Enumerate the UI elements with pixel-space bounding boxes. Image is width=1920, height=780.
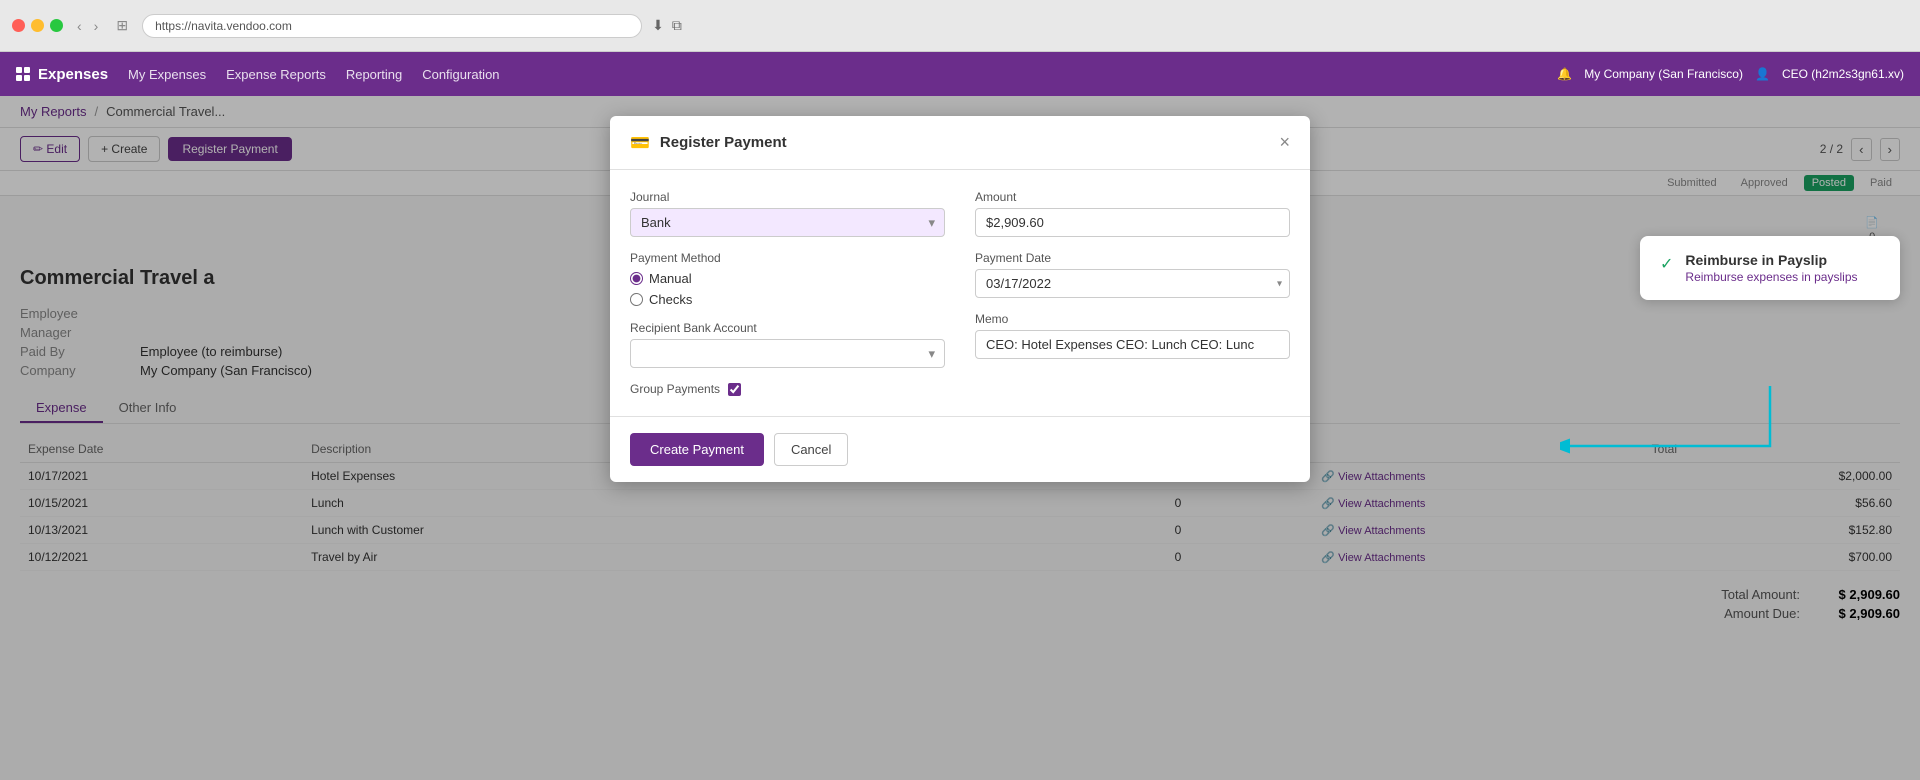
radio-manual[interactable]: Manual xyxy=(630,271,945,286)
journal-label: Journal xyxy=(630,190,945,204)
modal-body: Journal Bank ▾ Payment Method xyxy=(610,170,1310,416)
journal-group: Journal Bank ▾ xyxy=(630,190,945,237)
payment-method-radio-group: Manual Checks xyxy=(630,271,945,307)
amount-label: Amount xyxy=(975,190,1290,204)
cancel-button[interactable]: Cancel xyxy=(774,433,848,466)
page-wrapper: My Reports / Commercial Travel... ✏ Edit… xyxy=(0,96,1920,780)
nav-expense-reports[interactable]: Expense Reports xyxy=(226,67,326,82)
payment-date-input[interactable] xyxy=(975,269,1290,298)
app-logo: Expenses xyxy=(16,66,108,83)
radio-checks-label: Checks xyxy=(649,292,692,307)
register-payment-modal: 💳 Register Payment × Journal Bank ▾ xyxy=(610,116,1310,482)
browser-chrome: ‹ › ⊞ https://navita.vendoo.com ⬇ ⧉ xyxy=(0,0,1920,52)
browser-nav: ‹ › xyxy=(73,16,102,36)
date-dropdown-icon: ▾ xyxy=(1277,278,1282,289)
form-grid: Journal Bank ▾ Payment Method xyxy=(630,190,1290,396)
app-title: Expenses xyxy=(38,66,108,83)
check-icon: ✓ xyxy=(1660,254,1673,274)
minimize-traffic-light[interactable] xyxy=(31,19,44,32)
form-right: Amount Payment Date ▾ Memo xyxy=(975,190,1290,396)
recipient-bank-select[interactable] xyxy=(630,339,945,368)
radio-checks-input[interactable] xyxy=(630,293,643,306)
memo-label: Memo xyxy=(975,312,1290,326)
notification-icon[interactable]: 🔔 xyxy=(1557,67,1572,81)
modal-icon: 💳 xyxy=(630,133,650,153)
download-icon: ⬇ xyxy=(652,17,664,34)
back-button[interactable]: ‹ xyxy=(73,16,86,36)
close-traffic-light[interactable] xyxy=(12,19,25,32)
tooltip-text: Reimburse in Payslip Reimburse expenses … xyxy=(1685,252,1857,284)
app-nav: My Expenses Expense Reports Reporting Co… xyxy=(128,67,499,82)
group-payments-label: Group Payments xyxy=(630,382,720,396)
address-bar[interactable]: https://navita.vendoo.com xyxy=(142,14,642,38)
nav-my-expenses[interactable]: My Expenses xyxy=(128,67,206,82)
radio-checks[interactable]: Checks xyxy=(630,292,945,307)
payment-method-label: Payment Method xyxy=(630,251,945,265)
fullscreen-traffic-light[interactable] xyxy=(50,19,63,32)
modal-footer: Create Payment Cancel xyxy=(610,416,1310,482)
sidebar-toggle[interactable]: ⊞ xyxy=(112,15,132,36)
nav-configuration[interactable]: Configuration xyxy=(422,67,499,82)
form-left: Journal Bank ▾ Payment Method xyxy=(630,190,945,396)
group-payments-row: Group Payments xyxy=(630,382,945,396)
company-name: My Company (San Francisco) xyxy=(1584,67,1743,81)
user-avatar: 👤 xyxy=(1755,67,1770,81)
payment-method-group: Payment Method Manual Checks xyxy=(630,251,945,307)
arrow-indicator xyxy=(1560,376,1780,459)
nav-reporting[interactable]: Reporting xyxy=(346,67,402,82)
radio-manual-input[interactable] xyxy=(630,272,643,285)
payment-date-group: Payment Date ▾ xyxy=(975,251,1290,298)
amount-input[interactable] xyxy=(975,208,1290,237)
journal-select[interactable]: Bank xyxy=(630,208,945,237)
tooltip-subtitle: Reimburse expenses in payslips xyxy=(1685,270,1857,284)
recipient-bank-label: Recipient Bank Account xyxy=(630,321,945,335)
amount-group: Amount xyxy=(975,190,1290,237)
group-payments-checkbox[interactable] xyxy=(728,383,741,396)
modal-title: Register Payment xyxy=(660,134,787,151)
header-right: 🔔 My Company (San Francisco) 👤 CEO (h2m2… xyxy=(1557,67,1904,81)
traffic-lights xyxy=(12,19,63,32)
journal-select-wrapper: Bank ▾ xyxy=(630,208,945,237)
forward-button[interactable]: › xyxy=(90,16,103,36)
app-header: Expenses My Expenses Expense Reports Rep… xyxy=(0,52,1920,96)
radio-manual-label: Manual xyxy=(649,271,692,286)
tooltip-card: ✓ Reimburse in Payslip Reimburse expense… xyxy=(1640,236,1900,300)
payment-date-label: Payment Date xyxy=(975,251,1290,265)
browser-actions: ⬇ ⧉ xyxy=(652,17,682,34)
modal-header: 💳 Register Payment × xyxy=(610,116,1310,170)
create-payment-button[interactable]: Create Payment xyxy=(630,433,764,466)
tooltip-title: Reimburse in Payslip xyxy=(1685,252,1857,268)
modal-close-button[interactable]: × xyxy=(1279,132,1290,153)
recipient-bank-wrapper: ▾ xyxy=(630,339,945,368)
memo-input[interactable] xyxy=(975,330,1290,359)
memo-group: Memo xyxy=(975,312,1290,359)
window-icon: ⧉ xyxy=(672,17,682,34)
user-name: CEO (h2m2s3gn61.xv) xyxy=(1782,67,1904,81)
payment-date-wrapper: ▾ xyxy=(975,269,1290,298)
grid-icon xyxy=(16,67,30,81)
recipient-bank-group: Recipient Bank Account ▾ xyxy=(630,321,945,368)
